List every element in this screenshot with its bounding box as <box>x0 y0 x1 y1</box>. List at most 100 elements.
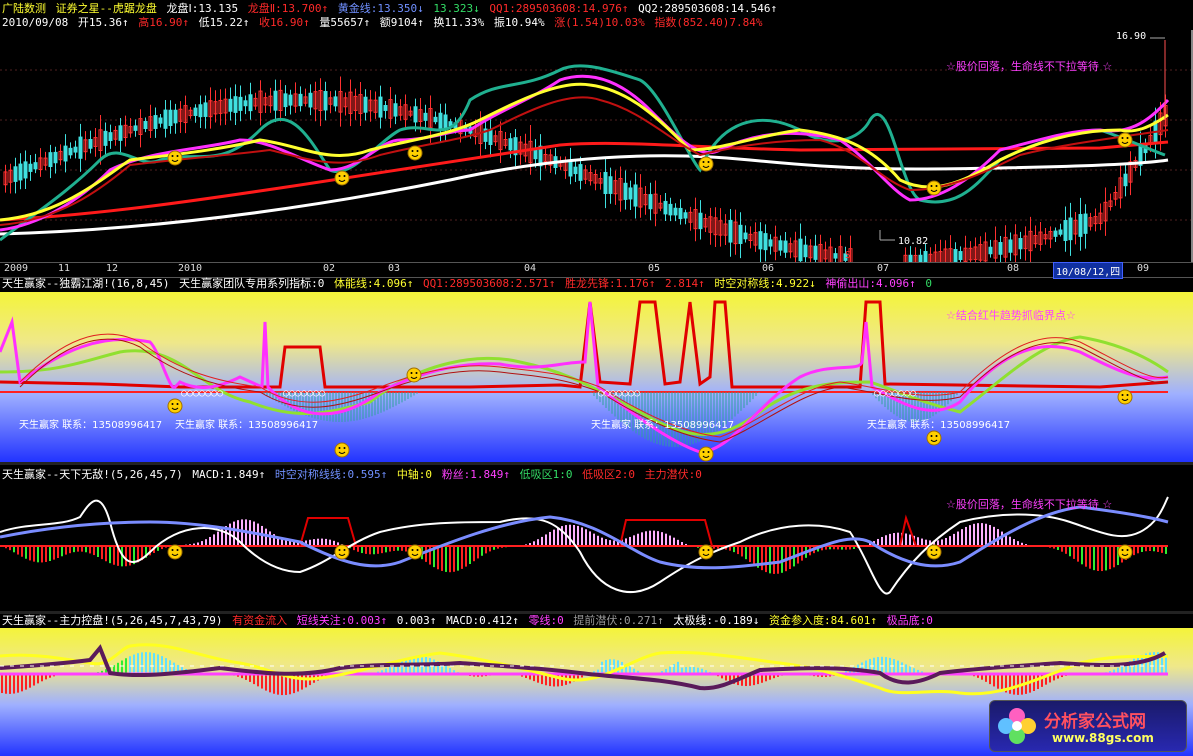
candle-body <box>798 238 803 262</box>
high-price-label: 16.90 <box>1116 31 1147 42</box>
panel-divider <box>0 462 1193 465</box>
panel2-series: 0 <box>925 277 932 290</box>
candle-body <box>273 90 278 111</box>
candle-body <box>68 147 73 156</box>
panel3-series: 低吸区2:0 <box>582 468 636 481</box>
candle-body <box>438 112 443 130</box>
candle-body <box>603 171 608 195</box>
smiley-eye <box>930 185 933 187</box>
quote-amplitude: 振10.94% <box>493 16 545 29</box>
candle-body <box>813 245 818 260</box>
axis-label: 08 <box>1007 263 1020 274</box>
candle-body <box>158 117 163 124</box>
panel4-header: 天生赢家--主力控盘!(5,26,45,7,43,79) 有资金流入 短线关注:… <box>2 614 936 628</box>
candle-body <box>998 242 1003 255</box>
candle-body <box>578 164 583 181</box>
candle-body <box>88 139 93 149</box>
qq1-value: QQ1:289503608:14.976↑ <box>489 2 629 15</box>
candle-body <box>988 246 993 255</box>
candle-body <box>573 166 578 175</box>
smiley-icon <box>926 180 942 196</box>
candle-body <box>78 136 83 159</box>
panel4-series: 短线关注:0.003↑ <box>296 614 388 627</box>
candle-body <box>383 105 388 111</box>
panel3-title: 天生赢家--天下无敌!(5,26,45,7) <box>2 468 183 481</box>
panel3-series: MACD:1.849↑ <box>192 468 266 481</box>
smiley-icon <box>407 145 423 161</box>
candle-body <box>163 109 168 129</box>
candle-body <box>633 184 638 207</box>
header-main: 广陆数测 证券之星--虎踞龙盘 龙盘Ⅰ:13.135 龙盘Ⅱ:13.700↑ 黄… <box>2 2 780 16</box>
candle-body <box>758 231 763 250</box>
axis-label: 12 <box>106 263 119 274</box>
candle-body <box>333 96 338 107</box>
quote-open: 开15.36↑ <box>77 16 129 29</box>
candle-body <box>198 104 203 118</box>
candle-body <box>363 96 368 113</box>
axis-label: 09 <box>1137 263 1150 274</box>
axis-label: 02 <box>323 263 336 274</box>
candle-body <box>238 96 243 111</box>
candle-body <box>103 130 108 146</box>
candle-body <box>683 212 688 219</box>
panel2-header: 天生赢家--独霸江湖!(16,8,45) 天生赢家团队专用系列指标:0 体能线:… <box>2 277 935 291</box>
panel2-title: 天生赢家--独霸江湖!(16,8,45) <box>2 277 170 290</box>
quote-close: 收16.90↑ <box>258 16 310 29</box>
candle-body <box>668 203 673 216</box>
axis-label: 03 <box>388 263 401 274</box>
candle-body <box>228 98 233 112</box>
golden-line-value: 黄金线:13.350↓ <box>337 2 424 15</box>
panel2-circles-3: ○○○○○○○ <box>598 388 641 399</box>
smiley-eye <box>935 549 938 551</box>
axis-label: 05 <box>648 263 661 274</box>
indicator-panel-2[interactable]: ☆结合红牛趋势抓临界点☆ 天生赢家 联系：13508996417 天生赢家 联系… <box>0 292 1193 462</box>
smiley-eye <box>411 549 414 551</box>
candle-body <box>288 94 293 106</box>
smiley-eye <box>1121 549 1124 551</box>
smiley-eye <box>702 161 705 163</box>
panel2-series: 神偷出山:4.096↑ <box>825 277 916 290</box>
macd-panel[interactable]: ☆股价回落，生命线不下拉等待 ☆ <box>0 482 1193 612</box>
price-chart[interactable]: 16.90 10.82 S ☆股价回落，生命线不下拉等待 ☆ <box>0 30 1193 262</box>
candle-body <box>488 128 493 146</box>
candle-body <box>153 115 158 129</box>
candle-body <box>1008 239 1013 253</box>
panel3-header: 天生赢家--天下无敌!(5,26,45,7) MACD:1.849↑ 时空对称线… <box>2 468 705 482</box>
macd-red-zone <box>299 514 917 547</box>
candle-body <box>108 132 113 142</box>
axis-label: 04 <box>524 263 537 274</box>
smiley-icon <box>698 446 714 462</box>
smiley-eye <box>171 155 174 157</box>
candle-body <box>648 194 653 210</box>
axis-cursor-date[interactable]: 10/08/12,四 <box>1053 262 1124 279</box>
quote-low: 低15.22↑ <box>198 16 250 29</box>
candle-body <box>923 251 928 262</box>
candle-body <box>1053 230 1058 237</box>
panel2-series: 胜龙先锋:1.176↑ <box>565 277 656 290</box>
smiley-eye <box>1121 394 1124 396</box>
candle-body <box>1083 213 1088 234</box>
panel4-series: 极品底:0 <box>886 614 933 627</box>
site-logo[interactable]: 分析家公式网 www.88gs.com <box>989 700 1187 752</box>
macd-note: ☆股价回落，生命线不下拉等待 ☆ <box>946 498 1113 511</box>
panel3-series: 中轴:0 <box>396 468 433 481</box>
smiley-eye <box>702 451 705 453</box>
candle-body <box>768 239 773 247</box>
smiley-eye <box>171 549 174 551</box>
smiley-eye <box>338 175 341 177</box>
smiley-eye <box>343 175 346 177</box>
candle-body <box>508 138 513 151</box>
candle-body <box>233 96 238 113</box>
panel3-series: 低吸区1:0 <box>519 468 573 481</box>
smiley-eye <box>416 150 419 152</box>
candle-body <box>743 232 748 240</box>
candle-body <box>298 93 303 107</box>
axis-label: 06 <box>762 263 775 274</box>
capital-flow-panel[interactable]: 分析家公式网 www.88gs.com <box>0 628 1193 756</box>
smiley-eye <box>411 150 414 152</box>
candle-body <box>48 152 53 168</box>
candle-body <box>833 253 838 259</box>
candle-body <box>308 92 313 108</box>
panel2-circles-4: ○○○○○○○ <box>874 388 917 399</box>
smiley-icon <box>167 544 183 560</box>
